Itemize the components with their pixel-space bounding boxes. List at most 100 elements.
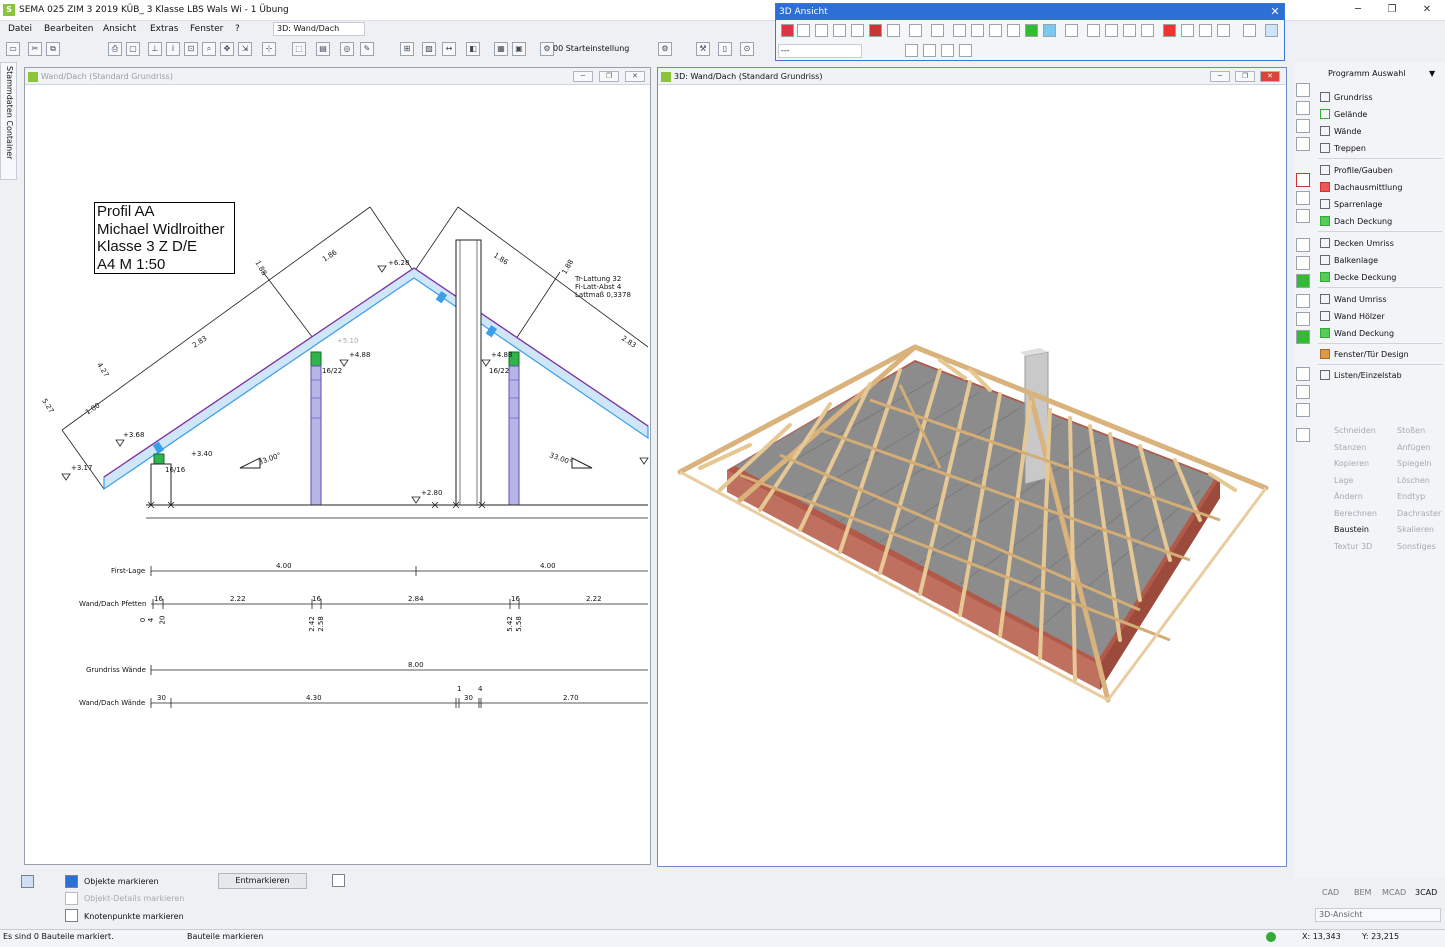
window-3d-restore[interactable]: ❐ bbox=[1235, 71, 1255, 82]
program-decke-deckung[interactable]: Decke Deckung bbox=[1320, 272, 1396, 282]
view-top-icon[interactable] bbox=[797, 24, 810, 37]
settings-3d-icon[interactable] bbox=[1243, 24, 1256, 37]
strip-roof-icon[interactable] bbox=[1296, 173, 1310, 187]
props-icon[interactable]: ▦ bbox=[494, 42, 508, 56]
cut-icon[interactable]: ✂ bbox=[28, 42, 42, 56]
paint-icon[interactable] bbox=[1217, 24, 1230, 37]
program-balkenlage[interactable]: Balkenlage bbox=[1320, 255, 1378, 265]
pan-icon[interactable]: ✥ bbox=[220, 42, 234, 56]
program-dach-deckung[interactable]: Dach Deckung bbox=[1320, 216, 1392, 226]
preview-icon[interactable]: ▢ bbox=[126, 42, 140, 56]
strip-floorplan-icon[interactable] bbox=[1296, 83, 1310, 97]
light-icon[interactable] bbox=[1181, 24, 1194, 37]
render-icon[interactable] bbox=[1163, 24, 1176, 37]
search-icon[interactable] bbox=[332, 874, 345, 887]
program-wand-hoelzer[interactable]: Wand Hölzer bbox=[1320, 311, 1385, 321]
menu-fenster[interactable]: Fenster bbox=[190, 24, 223, 34]
info-icon[interactable]: i bbox=[166, 42, 180, 56]
chevron-down-icon[interactable]: ▼ bbox=[1429, 69, 1435, 78]
strip-stairs-icon[interactable] bbox=[1296, 137, 1310, 151]
strip-covering-icon[interactable] bbox=[1296, 209, 1310, 223]
shaded-cube-icon[interactable] bbox=[1025, 24, 1038, 37]
strip-globe-icon[interactable] bbox=[1296, 403, 1310, 417]
gear-icon[interactable]: ⚙ bbox=[658, 42, 672, 56]
view-side-icon[interactable] bbox=[815, 24, 828, 37]
mode-3cad[interactable]: 3CAD bbox=[1415, 888, 1437, 897]
view-select[interactable]: 3D: Wand/Dach bbox=[273, 22, 365, 36]
window-2d-minimize[interactable]: ─ bbox=[573, 71, 593, 82]
tools-icon[interactable]: ⚒ bbox=[696, 42, 710, 56]
strip-walls-icon[interactable] bbox=[1296, 119, 1310, 133]
program-wand-deckung[interactable]: Wand Deckung bbox=[1320, 328, 1394, 338]
maximize-button[interactable]: ❐ bbox=[1381, 3, 1403, 17]
camera-icon[interactable] bbox=[1087, 24, 1100, 37]
unmark-button[interactable]: Entmarkieren bbox=[218, 873, 307, 889]
layer-icon[interactable]: ▤ bbox=[316, 42, 330, 56]
hatch-icon[interactable]: ▨ bbox=[422, 42, 436, 56]
grid-icon[interactable]: ⊞ bbox=[400, 42, 414, 56]
hide-icon[interactable] bbox=[887, 24, 900, 37]
measure-icon[interactable]: ⊥ bbox=[148, 42, 162, 56]
close-button[interactable]: ✕ bbox=[1416, 3, 1438, 17]
menu-bearbeiten[interactable]: Bearbeiten bbox=[44, 24, 93, 34]
mode-cad[interactable]: CAD bbox=[1322, 888, 1339, 897]
3d-close-icon[interactable] bbox=[959, 44, 972, 57]
strip-terrain-icon[interactable] bbox=[1296, 101, 1310, 115]
window-2d-restore[interactable]: ❐ bbox=[599, 71, 619, 82]
strip-rafters-icon[interactable] bbox=[1296, 191, 1310, 205]
menu-datei[interactable]: Datei bbox=[8, 24, 32, 34]
program-gelaende[interactable]: Gelände bbox=[1320, 109, 1367, 119]
program-sparrenlage[interactable]: Sparrenlage bbox=[1320, 199, 1382, 209]
strip-wall-cover-icon[interactable] bbox=[1296, 330, 1310, 344]
program-waende[interactable]: Wände bbox=[1320, 126, 1361, 136]
settings-icon[interactable]: ⚙ bbox=[540, 42, 554, 56]
snap-icon[interactable]: ⊹ bbox=[262, 42, 276, 56]
program-wand-umriss[interactable]: Wand Umriss bbox=[1320, 294, 1387, 304]
3d-filter-input[interactable]: --- bbox=[778, 44, 862, 58]
nodes-mark-checkbox[interactable] bbox=[65, 909, 78, 922]
cursor-icon[interactable] bbox=[909, 24, 922, 37]
program-listen[interactable]: Listen/Einzelstab bbox=[1320, 370, 1402, 380]
strip-ceiling-icon[interactable] bbox=[1296, 238, 1310, 252]
objects-mark-checkbox[interactable] bbox=[65, 875, 78, 888]
tool-baustein[interactable]: Baustein bbox=[1334, 525, 1369, 534]
program-profile-gauben[interactable]: Profile/Gauben bbox=[1320, 165, 1393, 175]
window-3d-minimize[interactable]: ─ bbox=[1210, 71, 1230, 82]
view-mode-select[interactable]: 3D-Ansicht bbox=[1315, 908, 1441, 922]
video-icon[interactable] bbox=[1105, 24, 1118, 37]
orbit-icon[interactable] bbox=[1141, 24, 1154, 37]
print-icon[interactable]: ⎙ bbox=[108, 42, 122, 56]
shaded-cube-active-icon[interactable] bbox=[1043, 24, 1056, 37]
3d-red-tool-icon[interactable] bbox=[905, 44, 918, 57]
mode-mcad[interactable]: MCAD bbox=[1382, 888, 1406, 897]
menu-help[interactable]: ? bbox=[235, 24, 240, 34]
layers-icon[interactable] bbox=[21, 875, 34, 888]
strip-ceiling-cover-icon[interactable] bbox=[1296, 274, 1310, 288]
binoculars-icon[interactable]: ⊙ bbox=[740, 42, 754, 56]
strip-beams-icon[interactable] bbox=[1296, 256, 1310, 270]
strip-wall-outline-icon[interactable] bbox=[1296, 294, 1310, 308]
wall-icon[interactable] bbox=[869, 24, 882, 37]
window-icon[interactable]: ▣ bbox=[512, 42, 526, 56]
program-decken-umriss[interactable]: Decken Umriss bbox=[1320, 238, 1394, 248]
mode-bem[interactable]: BEM bbox=[1354, 888, 1371, 897]
target-icon[interactable]: ◎ bbox=[340, 42, 354, 56]
start-settings-select[interactable]: 00 Starteinstellung bbox=[553, 42, 653, 56]
program-fenster-tuer[interactable]: Fenster/Tür Design bbox=[1320, 349, 1409, 359]
program-select-label[interactable]: Programm Auswahl bbox=[1328, 69, 1406, 78]
zoom-window-icon[interactable]: ⊡ bbox=[184, 42, 198, 56]
menu-extras[interactable]: Extras bbox=[150, 24, 178, 34]
prev-icon[interactable] bbox=[931, 24, 944, 37]
strip-settings-icon[interactable] bbox=[1296, 367, 1310, 381]
book-icon[interactable]: ▯ bbox=[718, 42, 732, 56]
program-treppen[interactable]: Treppen bbox=[1320, 143, 1366, 153]
program-dachausmittlung[interactable]: Dachausmittlung bbox=[1320, 182, 1402, 192]
pencil-icon[interactable]: ✎ bbox=[360, 42, 374, 56]
3d-copy-icon[interactable] bbox=[923, 44, 936, 57]
zoom-icon[interactable]: ⌕ bbox=[202, 42, 216, 56]
cube-4-icon[interactable] bbox=[1007, 24, 1020, 37]
window-3d-close[interactable]: ✕ bbox=[1260, 71, 1280, 82]
window-2d-close[interactable]: ✕ bbox=[625, 71, 645, 82]
dims-icon[interactable]: ↔ bbox=[442, 42, 456, 56]
move-icon[interactable]: ⇲ bbox=[238, 42, 252, 56]
